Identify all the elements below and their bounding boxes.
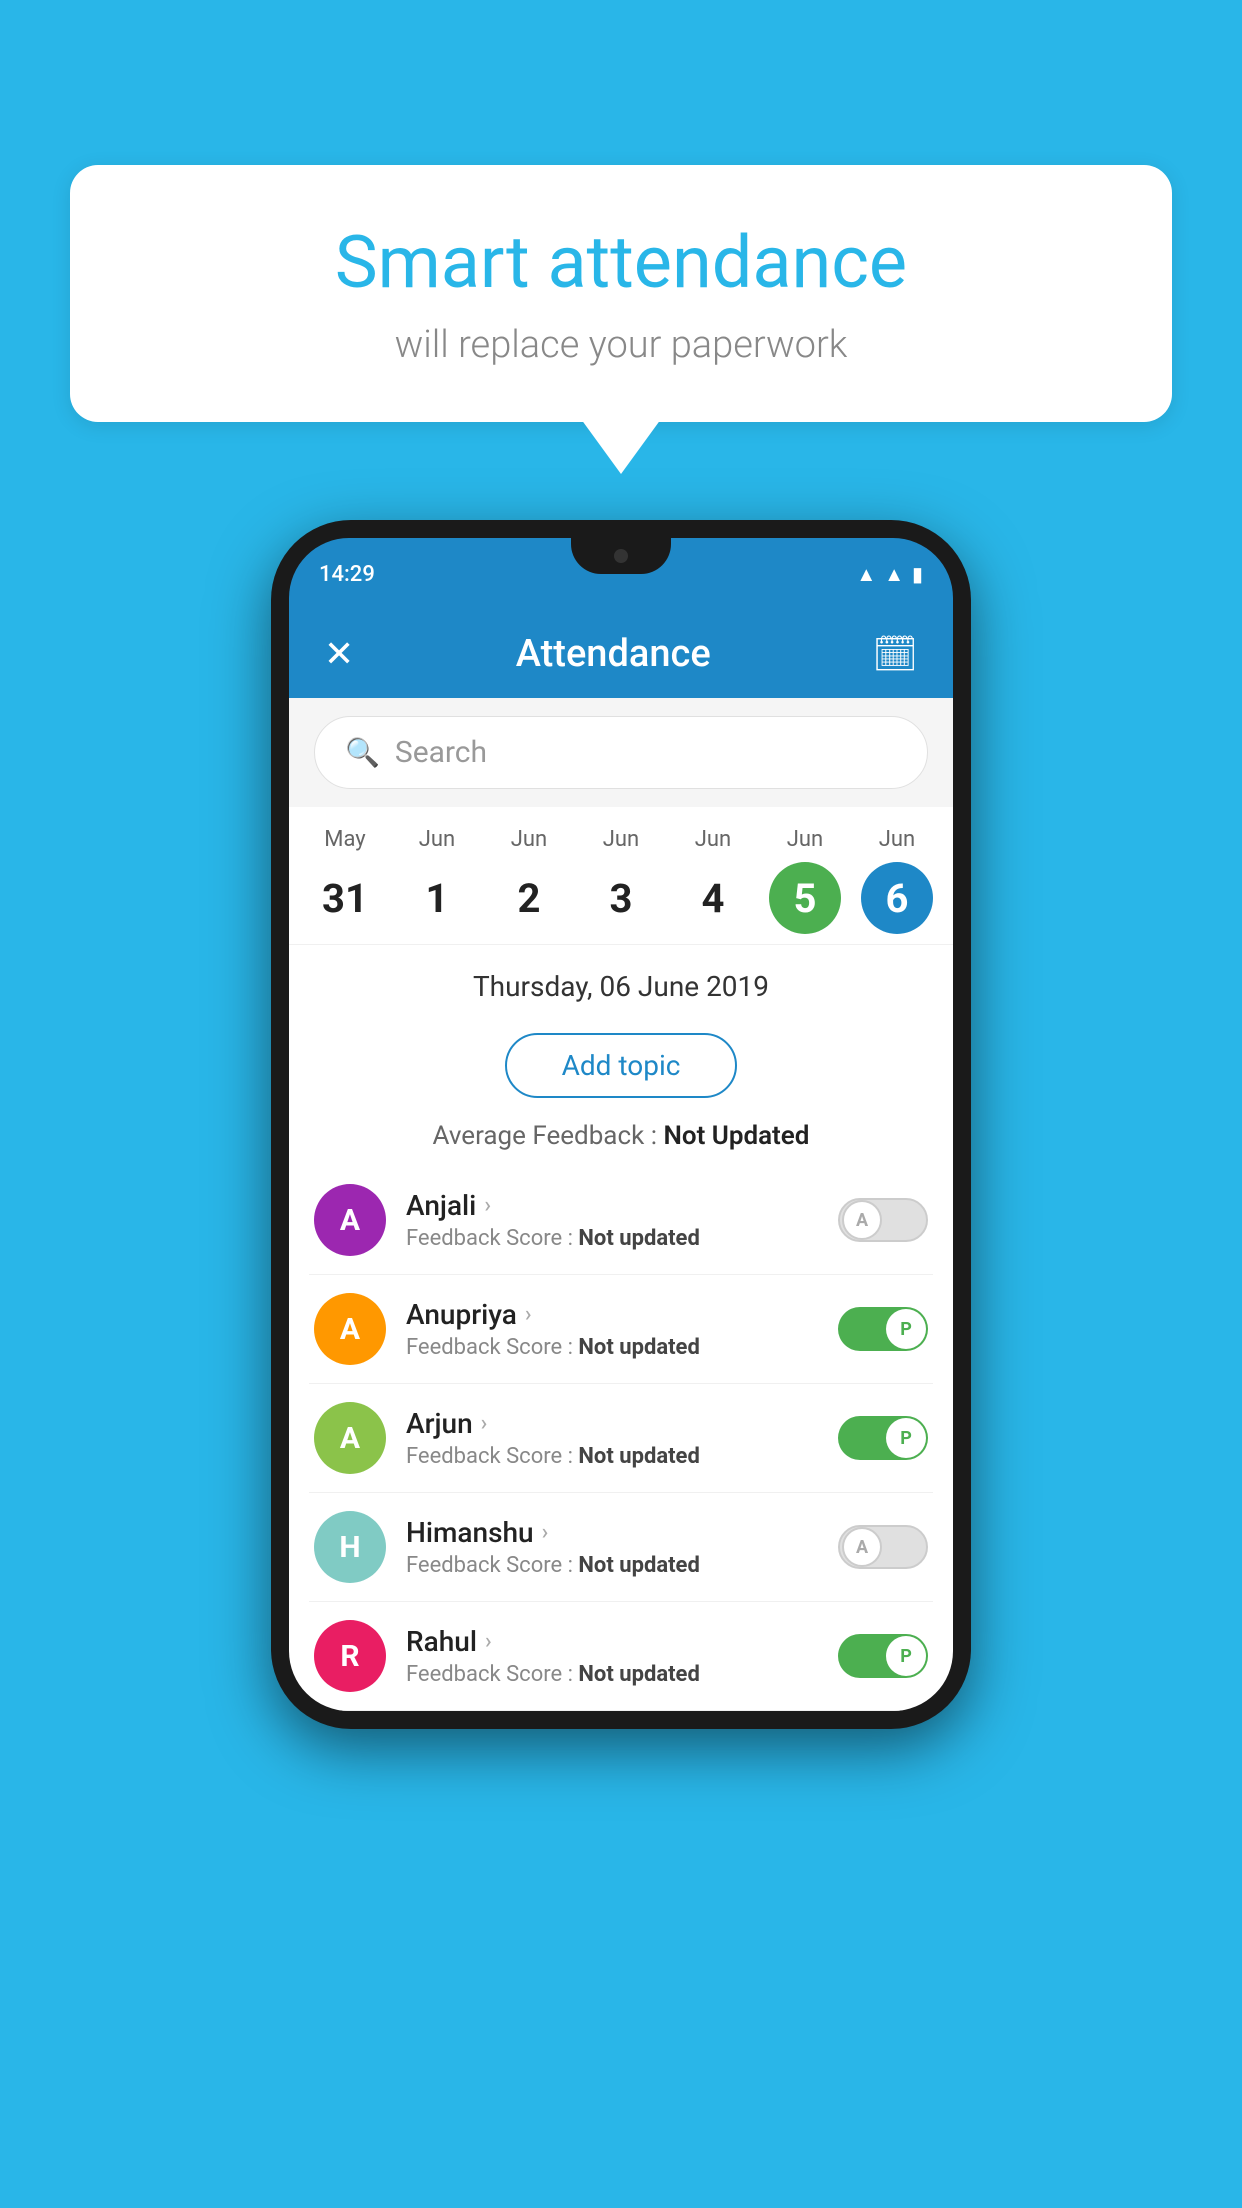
search-icon: 🔍: [345, 736, 380, 769]
average-feedback: Average Feedback : Not Updated: [289, 1113, 953, 1166]
close-icon[interactable]: ✕: [324, 633, 354, 675]
toggle-switch[interactable]: P: [838, 1416, 928, 1460]
selected-date-text: Thursday, 06 June 2019: [319, 970, 923, 1003]
student-info: Himanshu › Feedback Score : Not updated: [406, 1516, 823, 1578]
avatar: R: [314, 1620, 386, 1692]
toggle-knob: A: [842, 1200, 882, 1240]
speech-bubble-container: Smart attendance will replace your paper…: [70, 165, 1172, 422]
student-row[interactable]: A Anjali › Feedback Score : Not updated A: [309, 1166, 933, 1275]
attendance-toggle[interactable]: P: [838, 1634, 928, 1678]
battery-icon: ▮: [912, 562, 923, 586]
notch: [571, 538, 671, 574]
attendance-toggle[interactable]: A: [838, 1198, 928, 1242]
day-month: Jun: [511, 827, 547, 852]
avatar: A: [314, 1293, 386, 1365]
day-number[interactable]: 2: [493, 862, 565, 934]
student-info: Anupriya › Feedback Score : Not updated: [406, 1298, 823, 1360]
chevron-right-icon: ›: [525, 1302, 532, 1327]
toggle-knob: P: [886, 1309, 926, 1349]
app-header: ✕ Attendance 🗓: [289, 610, 953, 698]
student-row[interactable]: A Anupriya › Feedback Score : Not updated P: [309, 1275, 933, 1384]
chevron-right-icon: ›: [542, 1520, 549, 1545]
bubble-subtitle: will replace your paperwork: [130, 323, 1112, 367]
wifi-icon: ▲: [856, 562, 876, 587]
bubble-title: Smart attendance: [130, 220, 1112, 305]
day-month: Jun: [603, 827, 639, 852]
calendar-day[interactable]: Jun 6: [853, 827, 941, 934]
calendar-day[interactable]: Jun 3: [577, 827, 665, 934]
avatar: H: [314, 1511, 386, 1583]
student-info: Arjun › Feedback Score : Not updated: [406, 1407, 823, 1469]
calendar-strip: May 31 Jun 1 Jun 2 Jun 3 Jun 4 Jun 5 Jun 6: [289, 807, 953, 945]
avatar: A: [314, 1184, 386, 1256]
day-number[interactable]: 1: [401, 862, 473, 934]
chevron-right-icon: ›: [481, 1411, 488, 1436]
selected-date-section: Thursday, 06 June 2019: [289, 945, 953, 1018]
attendance-toggle[interactable]: A: [838, 1525, 928, 1569]
student-info: Anjali › Feedback Score : Not updated: [406, 1189, 823, 1251]
day-number[interactable]: 4: [677, 862, 749, 934]
feedback-score: Feedback Score : Not updated: [406, 1553, 823, 1578]
calendar-day[interactable]: May 31: [301, 827, 389, 934]
student-name: Anupriya ›: [406, 1298, 823, 1331]
student-info: Rahul › Feedback Score : Not updated: [406, 1625, 823, 1687]
student-name: Himanshu ›: [406, 1516, 823, 1549]
search-placeholder: Search: [395, 735, 487, 770]
toggle-switch[interactable]: P: [838, 1634, 928, 1678]
student-row[interactable]: R Rahul › Feedback Score : Not updated P: [309, 1602, 933, 1711]
chevron-right-icon: ›: [484, 1193, 491, 1218]
student-row[interactable]: A Arjun › Feedback Score : Not updated P: [309, 1384, 933, 1493]
day-number[interactable]: 3: [585, 862, 657, 934]
add-topic-button[interactable]: Add topic: [505, 1033, 738, 1098]
search-container: 🔍 Search: [289, 698, 953, 807]
toggle-switch[interactable]: A: [838, 1198, 928, 1242]
toggle-knob: A: [842, 1527, 882, 1567]
avg-feedback-value: Not Updated: [663, 1121, 809, 1151]
status-time: 14:29: [319, 562, 375, 587]
day-month: Jun: [419, 827, 455, 852]
calendar-day[interactable]: Jun 4: [669, 827, 757, 934]
speech-bubble: Smart attendance will replace your paper…: [70, 165, 1172, 422]
feedback-score: Feedback Score : Not updated: [406, 1335, 823, 1360]
calendar-day[interactable]: Jun 5: [761, 827, 849, 934]
feedback-score: Feedback Score : Not updated: [406, 1226, 823, 1251]
phone-screen: 🔍 Search May 31 Jun 1 Jun 2 Jun 3 Jun 4 Jun 5 Jun 6 T…: [289, 698, 953, 1711]
signal-icon: ▲: [884, 562, 904, 587]
student-row[interactable]: H Himanshu › Feedback Score : Not updated A: [309, 1493, 933, 1602]
student-name: Rahul ›: [406, 1625, 823, 1658]
calendar-day[interactable]: Jun 1: [393, 827, 481, 934]
day-month: Jun: [787, 827, 823, 852]
student-name: Anjali ›: [406, 1189, 823, 1222]
feedback-score: Feedback Score : Not updated: [406, 1444, 823, 1469]
attendance-toggle[interactable]: P: [838, 1307, 928, 1351]
phone-outer: 14:29 ▲ ▲ ▮ ✕ Attendance 🗓 🔍 Search: [271, 520, 971, 1729]
chevron-right-icon: ›: [485, 1629, 492, 1654]
toggle-knob: P: [886, 1636, 926, 1676]
day-month: Jun: [695, 827, 731, 852]
avg-feedback-label: Average Feedback :: [433, 1121, 657, 1151]
app-title: Attendance: [516, 632, 711, 676]
day-month: Jun: [879, 827, 915, 852]
phone-container: 14:29 ▲ ▲ ▮ ✕ Attendance 🗓 🔍 Search: [271, 520, 971, 1729]
calendar-day[interactable]: Jun 2: [485, 827, 573, 934]
search-bar[interactable]: 🔍 Search: [314, 716, 928, 789]
camera-dot: [614, 549, 628, 563]
day-number[interactable]: 6: [861, 862, 933, 934]
status-icons: ▲ ▲ ▮: [856, 562, 923, 587]
day-number[interactable]: 5: [769, 862, 841, 934]
attendance-toggle[interactable]: P: [838, 1416, 928, 1460]
student-name: Arjun ›: [406, 1407, 823, 1440]
student-list: AAnjali ›Feedback Score : Not updatedAAA…: [289, 1166, 953, 1711]
toggle-switch[interactable]: A: [838, 1525, 928, 1569]
add-topic-container: Add topic: [289, 1018, 953, 1113]
toggle-knob: P: [886, 1418, 926, 1458]
calendar-icon[interactable]: 🗓: [872, 633, 918, 675]
toggle-switch[interactable]: P: [838, 1307, 928, 1351]
feedback-score: Feedback Score : Not updated: [406, 1662, 823, 1687]
status-bar: 14:29 ▲ ▲ ▮: [289, 538, 953, 610]
avatar: A: [314, 1402, 386, 1474]
day-month: May: [324, 827, 365, 852]
day-number[interactable]: 31: [309, 862, 381, 934]
